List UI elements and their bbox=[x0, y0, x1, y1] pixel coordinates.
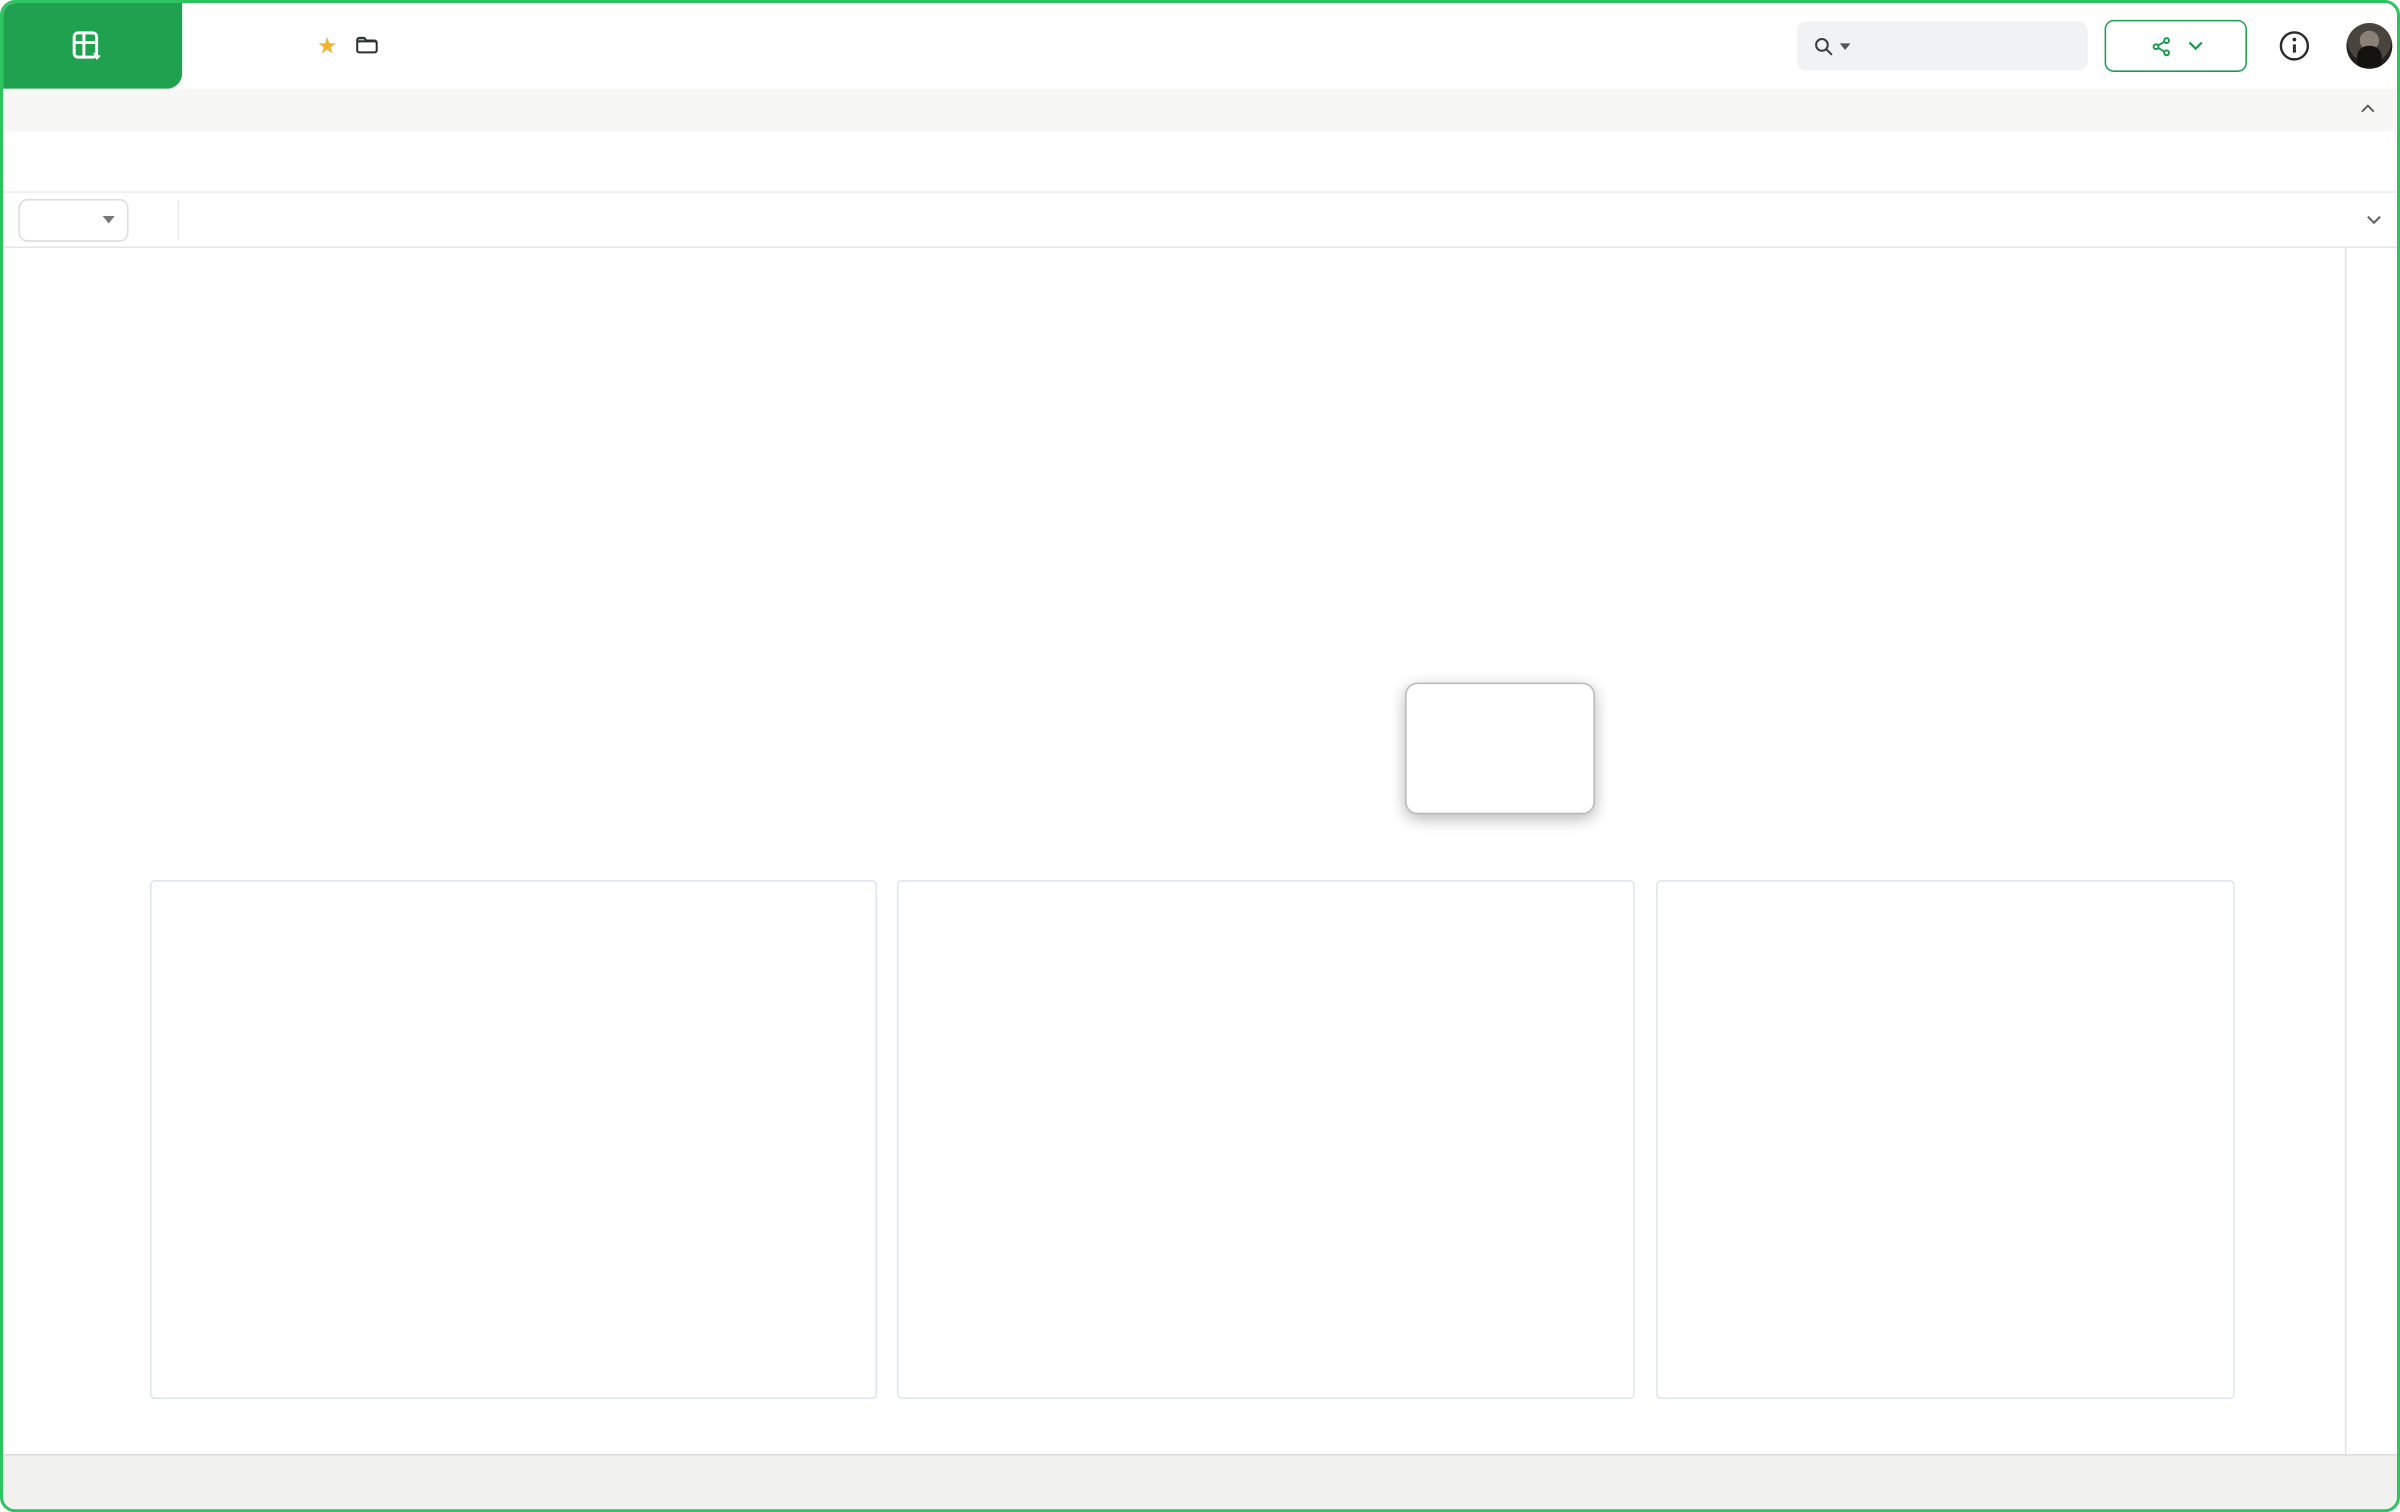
menu-bar bbox=[3, 89, 2397, 132]
status-bar bbox=[3, 1454, 2397, 1512]
folder-icon[interactable] bbox=[354, 32, 380, 58]
formula-bar-expand-icon[interactable] bbox=[2366, 214, 2381, 225]
user-avatar[interactable] bbox=[2346, 23, 2392, 69]
priority-chart-panel[interactable] bbox=[897, 880, 1635, 1399]
formula-bar bbox=[3, 193, 2397, 248]
search-options-arrow-icon[interactable] bbox=[1840, 42, 1851, 50]
priority-dropdown-menu bbox=[1405, 683, 1595, 815]
formula-input[interactable] bbox=[178, 200, 2351, 240]
info-icon[interactable] bbox=[2278, 29, 2312, 63]
app-window: ★ bbox=[0, 0, 2400, 1512]
top-bar: ★ bbox=[3, 3, 2397, 89]
right-sidebar bbox=[2345, 248, 2397, 1454]
name-box-arrow-icon bbox=[103, 216, 115, 224]
share-icon bbox=[2150, 34, 2173, 57]
collapse-toolbar-icon[interactable] bbox=[2357, 98, 2378, 119]
name-box[interactable] bbox=[18, 198, 128, 241]
favorite-star-icon[interactable]: ★ bbox=[317, 32, 338, 60]
share-button[interactable] bbox=[2105, 20, 2247, 72]
summary-panel[interactable] bbox=[1656, 880, 2235, 1399]
toolbar bbox=[3, 132, 2397, 193]
search-icon bbox=[1812, 34, 1835, 57]
sheet-logo-icon bbox=[70, 29, 104, 63]
share-dropdown-icon bbox=[2188, 41, 2202, 50]
search-box[interactable] bbox=[1797, 21, 2088, 70]
app-logo[interactable] bbox=[3, 3, 182, 89]
status-chart-panel[interactable] bbox=[150, 880, 877, 1399]
